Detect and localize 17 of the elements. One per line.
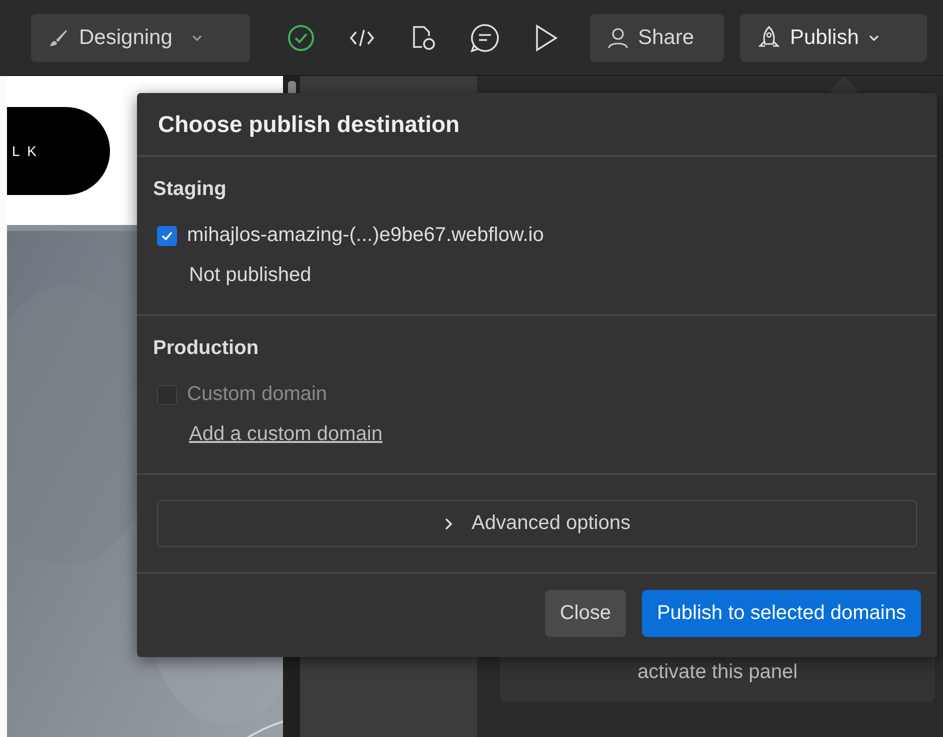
check-circle-icon[interactable]	[286, 22, 316, 52]
comment-icon[interactable]	[469, 22, 501, 54]
publish-button[interactable]: Publish	[740, 14, 927, 62]
publish-domains-button[interactable]: Publish to selected domains	[642, 590, 921, 637]
mode-button[interactable]: Designing	[31, 14, 250, 62]
section-heading: Staging	[153, 178, 228, 201]
publish-status: Not published	[189, 264, 312, 287]
share-button[interactable]: Share	[590, 14, 724, 62]
domain-label: Custom domain	[187, 383, 328, 406]
person-icon	[606, 26, 630, 50]
panel-message: activate this panel	[637, 661, 798, 684]
checkbox[interactable]	[157, 226, 177, 246]
domain-label: mihajlos-amazing-(...)e9be67.webflow.io	[187, 224, 544, 247]
advanced-options-button[interactable]: Advanced options	[157, 500, 917, 547]
dialog-title: Choose publish destination	[158, 110, 460, 138]
section-heading: Production	[153, 337, 260, 360]
close-button[interactable]: Close	[544, 590, 626, 637]
